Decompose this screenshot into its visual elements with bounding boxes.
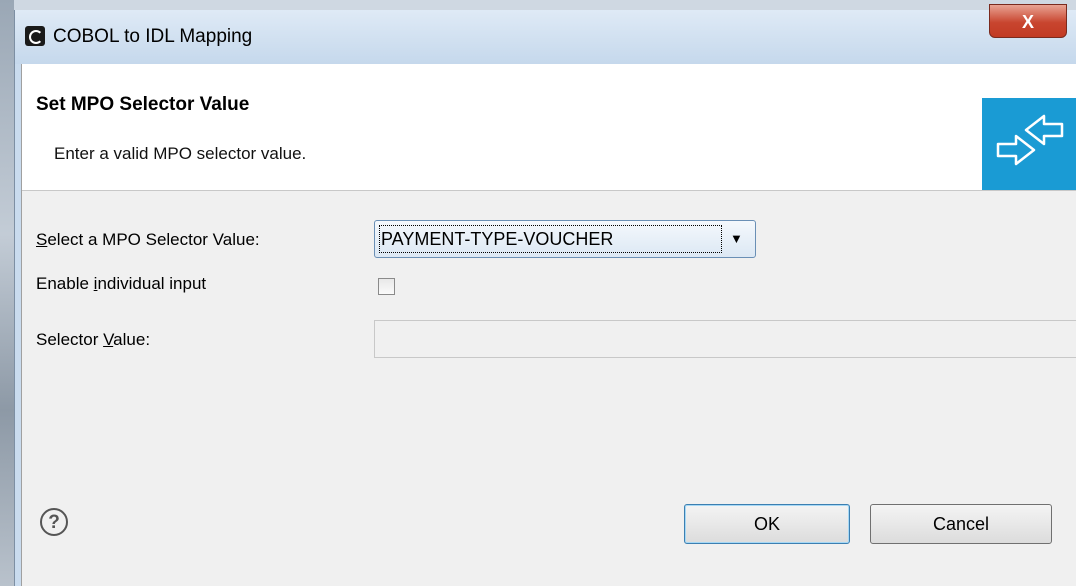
selector-selected-value: PAYMENT-TYPE-VOUCHER xyxy=(381,229,614,249)
cancel-button[interactable]: Cancel xyxy=(870,504,1052,544)
selector-value-label: Selector Value: xyxy=(36,330,151,349)
ok-button[interactable]: OK xyxy=(684,504,850,544)
title-bar: COBOL to IDL Mapping X xyxy=(15,4,1076,64)
individual-input-checkbox[interactable] xyxy=(378,278,395,295)
wizard-header: Set MPO Selector Value Enter a valid MPO… xyxy=(22,64,1076,191)
page-title: Set MPO Selector Value xyxy=(36,94,250,115)
selector-value-field[interactable] xyxy=(374,320,1076,358)
window-title: COBOL to IDL Mapping xyxy=(53,26,253,47)
page-description: Enter a valid MPO selector value. xyxy=(54,144,307,163)
mpo-selector-dropdown[interactable]: PAYMENT-TYPE-VOUCHER ▼ xyxy=(374,220,756,258)
dialog-body: Set MPO Selector Value Enter a valid MPO… xyxy=(21,64,1076,586)
dialog-window: COBOL to IDL Mapping X Set MPO Selector … xyxy=(14,4,1076,586)
background-desktop xyxy=(0,0,14,586)
app-icon xyxy=(25,26,45,46)
individual-input-label: Enable individual input xyxy=(36,274,207,293)
close-button[interactable]: X xyxy=(989,4,1067,38)
selector-label: Select a MPO Selector Value: xyxy=(36,230,260,249)
mapping-arrows-icon xyxy=(982,98,1076,190)
help-icon[interactable]: ? xyxy=(40,508,68,536)
chevron-down-icon: ▼ xyxy=(730,231,743,246)
